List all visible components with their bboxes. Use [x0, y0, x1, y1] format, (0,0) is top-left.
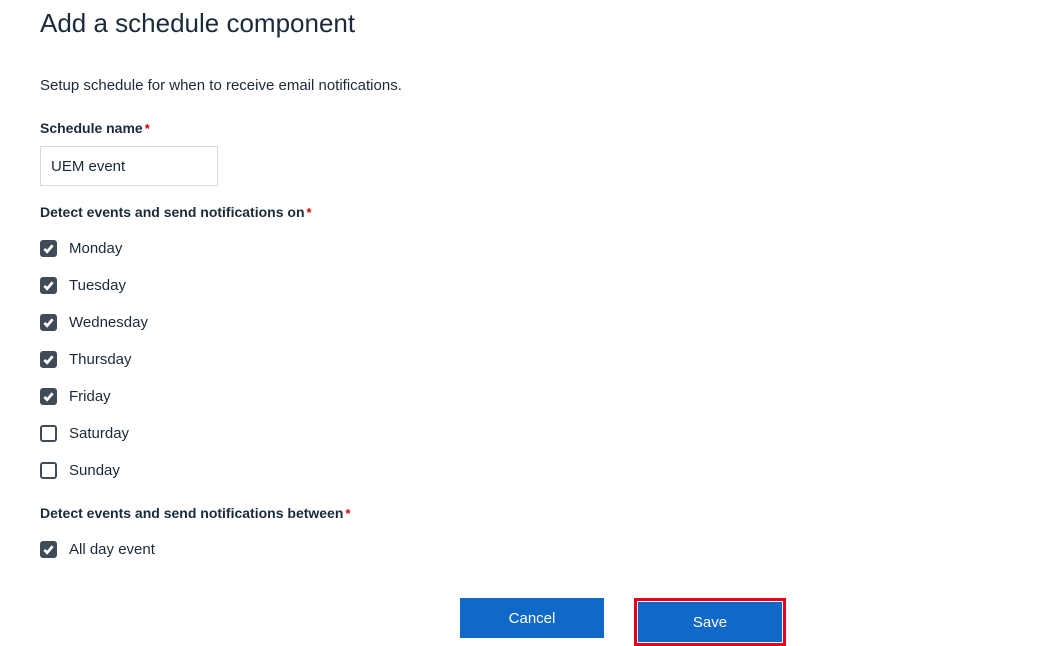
day-checkbox[interactable] — [40, 314, 57, 331]
check-icon — [43, 391, 54, 402]
day-row: Thursday — [40, 341, 1042, 378]
day-checkbox[interactable] — [40, 388, 57, 405]
day-row: Saturday — [40, 415, 1042, 452]
all-day-row: All day event — [40, 531, 1042, 568]
days-section-label: Detect events and send notifications on — [40, 204, 305, 220]
required-marker: * — [345, 506, 350, 521]
schedule-name-field: Schedule name* — [40, 120, 1042, 186]
day-row: Sunday — [40, 452, 1042, 489]
save-highlight: Save — [634, 598, 786, 646]
day-checkbox[interactable] — [40, 240, 57, 257]
day-row: Tuesday — [40, 267, 1042, 304]
day-label[interactable]: Sunday — [69, 462, 120, 479]
day-checkbox[interactable] — [40, 425, 57, 442]
check-icon — [43, 544, 54, 555]
check-icon — [43, 354, 54, 365]
day-label[interactable]: Tuesday — [69, 277, 126, 294]
day-label[interactable]: Friday — [69, 388, 111, 405]
all-day-checkbox[interactable] — [40, 541, 57, 558]
save-button[interactable]: Save — [638, 602, 782, 642]
day-label[interactable]: Monday — [69, 240, 122, 257]
day-label[interactable]: Saturday — [69, 425, 129, 442]
all-day-label[interactable]: All day event — [69, 541, 155, 558]
schedule-name-input[interactable] — [40, 146, 218, 186]
schedule-name-label: Schedule name — [40, 120, 143, 136]
days-section: Detect events and send notifications on*… — [40, 204, 1042, 489]
check-icon — [43, 243, 54, 254]
day-checkbox[interactable] — [40, 277, 57, 294]
check-icon — [43, 280, 54, 291]
page-title: Add a schedule component — [40, 8, 1042, 39]
between-section: Detect events and send notifications bet… — [40, 505, 1042, 568]
required-marker: * — [145, 121, 150, 136]
day-label[interactable]: Thursday — [69, 351, 132, 368]
day-checkbox[interactable] — [40, 351, 57, 368]
between-section-label: Detect events and send notifications bet… — [40, 505, 343, 521]
day-row: Monday — [40, 230, 1042, 267]
day-checkbox[interactable] — [40, 462, 57, 479]
cancel-button[interactable]: Cancel — [460, 598, 604, 638]
day-label[interactable]: Wednesday — [69, 314, 148, 331]
button-row: Cancel Save — [460, 598, 1042, 646]
day-row: Friday — [40, 378, 1042, 415]
day-row: Wednesday — [40, 304, 1042, 341]
page-description: Setup schedule for when to receive email… — [40, 77, 1042, 94]
check-icon — [43, 317, 54, 328]
required-marker: * — [307, 205, 312, 220]
